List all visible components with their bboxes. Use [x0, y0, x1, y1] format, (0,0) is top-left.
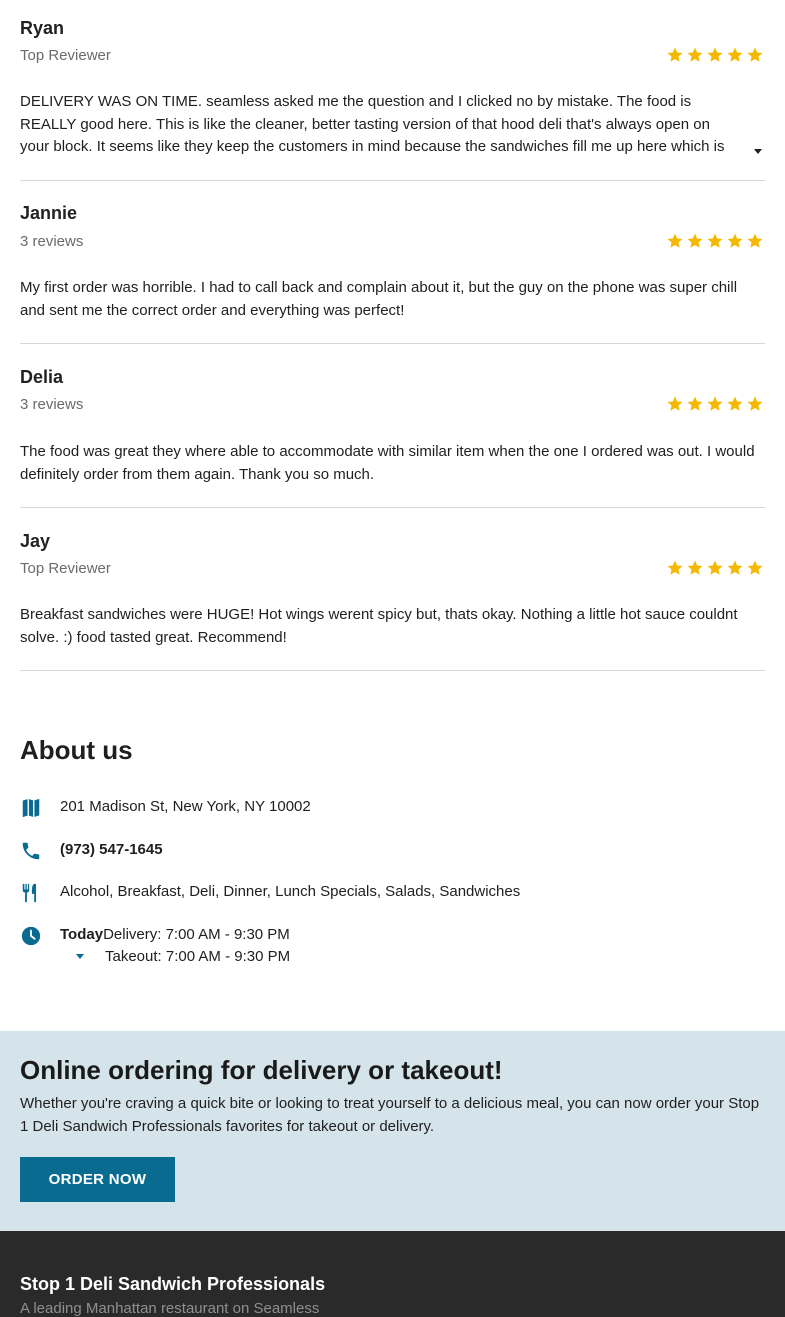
star-icon — [725, 46, 745, 64]
star-rating — [665, 232, 765, 250]
order-banner-title: Online ordering for delivery or takeout! — [20, 1055, 503, 1085]
star-icon — [705, 232, 725, 250]
review-card: Jay Top Reviewer Breakfast sandwiches we… — [20, 508, 765, 671]
reviewer-meta: 3 reviews — [20, 396, 84, 413]
footer: Stop 1 Deli Sandwich Professionals A lea… — [0, 1231, 785, 1317]
star-icon — [745, 559, 765, 577]
reviewer-meta: Top Reviewer — [20, 47, 111, 64]
star-icon — [705, 395, 725, 413]
star-icon — [745, 46, 765, 64]
order-now-button[interactable]: ORDER NOW — [20, 1157, 175, 1202]
star-icon — [705, 46, 725, 64]
star-icon — [665, 395, 685, 413]
star-icon — [705, 559, 725, 577]
about-title: About us — [20, 735, 133, 765]
star-icon — [665, 232, 685, 250]
clock-icon — [21, 926, 41, 946]
star-rating — [665, 395, 765, 413]
review-card: Ryan Top Reviewer DELIVERY WAS ON TIME. … — [20, 0, 765, 181]
star-rating — [665, 559, 765, 577]
phone-link[interactable]: (973) 547-1645 — [60, 840, 163, 860]
star-icon — [725, 395, 745, 413]
star-icon — [745, 232, 765, 250]
star-icon — [685, 559, 705, 577]
reviewer-meta: Top Reviewer — [20, 560, 111, 577]
review-card: Jannie 3 reviews My first order was horr… — [20, 181, 765, 344]
review-text: My first order was horrible. I had to ca… — [20, 279, 738, 319]
expand-caret-icon[interactable] — [753, 146, 763, 156]
reviewer-name: Ryan — [20, 18, 65, 38]
address-text: 201 Madison St, New York, NY 10002 — [60, 798, 311, 815]
review-card: Delia 3 reviews The food was great they … — [20, 344, 765, 508]
review-text: The food was great they where able to ac… — [20, 443, 755, 483]
phone-icon — [22, 842, 40, 860]
star-icon — [725, 232, 745, 250]
utensils-icon — [22, 883, 37, 903]
star-icon — [745, 395, 765, 413]
reviewer-meta: 3 reviews — [20, 233, 84, 250]
reviewer-name: Delia — [20, 367, 64, 387]
order-banner: Online ordering for delivery or takeout!… — [0, 1031, 785, 1231]
hours-delivery: Delivery: 7:00 AM - 9:30 PM — [103, 926, 290, 943]
star-icon — [665, 46, 685, 64]
hours-day-label: Today — [60, 926, 104, 943]
star-icon — [685, 46, 705, 64]
about-section: About us 201 Madison St, New York, NY 10… — [20, 735, 765, 965]
star-icon — [685, 232, 705, 250]
map-icon — [22, 798, 40, 818]
hours-takeout: Takeout: 7:00 AM - 9:30 PM — [105, 948, 291, 965]
star-rating — [665, 46, 765, 64]
review-text: Breakfast sandwiches were HUGE! Hot wing… — [20, 606, 738, 646]
star-icon — [665, 559, 685, 577]
footer-restaurant-name: Stop 1 Deli Sandwich Professionals — [20, 1274, 326, 1294]
order-banner-description: Whether you're craving a quick bite or l… — [20, 1095, 760, 1135]
reviewer-name: Jay — [20, 531, 51, 551]
footer-tagline: A leading Manhattan restaurant on Seamle… — [20, 1300, 320, 1317]
reviewer-name: Jannie — [20, 203, 78, 223]
hours-today: TodayDelivery: 7:00 AM - 9:30 PM — [60, 925, 290, 945]
star-icon — [725, 559, 745, 577]
reviews-list: Ryan Top Reviewer DELIVERY WAS ON TIME. … — [0, 0, 785, 671]
cuisines-text: Alcohol, Breakfast, Deli, Dinner, Lunch … — [60, 883, 521, 900]
hours-toggle-caret-icon[interactable] — [75, 953, 85, 961]
star-icon — [685, 395, 705, 413]
review-text: DELIVERY WAS ON TIME. seamless asked me … — [20, 93, 725, 155]
